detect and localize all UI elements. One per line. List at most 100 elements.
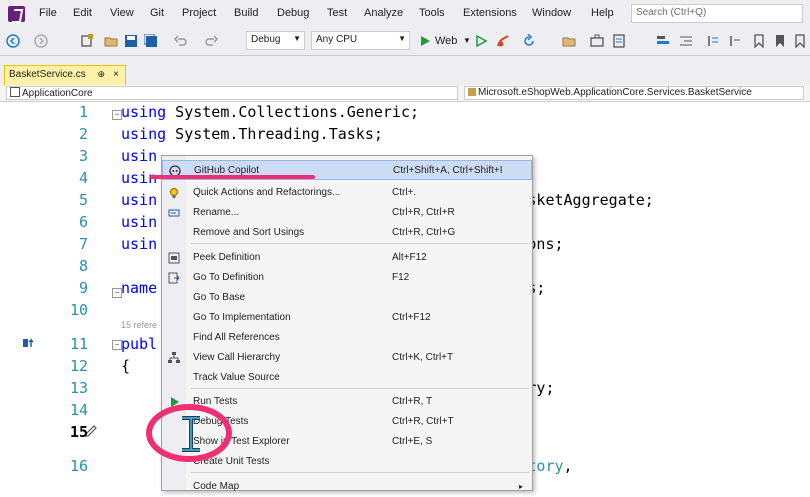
forward-icon[interactable] xyxy=(34,34,48,48)
menu-file[interactable]: File xyxy=(39,7,57,19)
menu-edit[interactable]: Edit xyxy=(73,7,92,19)
menu-project[interactable]: Project xyxy=(182,7,216,19)
new-project-icon[interactable] xyxy=(80,34,94,48)
highlight-underline xyxy=(150,175,315,179)
context-menu-item-quick-actions-and-refactorings[interactable]: Quick Actions and Refactorings... Ctrl+. xyxy=(162,183,532,203)
menu-test[interactable]: Test xyxy=(327,7,347,19)
line-number: 11 xyxy=(69,335,88,353)
code-token: publ xyxy=(121,335,158,353)
class-icon xyxy=(468,88,476,96)
start-debug-icon[interactable] xyxy=(418,34,432,48)
menu-view[interactable]: View xyxy=(110,7,134,19)
line-number: 4 xyxy=(78,169,88,187)
start-without-debug-icon[interactable] xyxy=(474,34,488,48)
menu-debug[interactable]: Debug xyxy=(277,7,309,19)
menu-item-label: Remove and Sort Usings xyxy=(193,227,305,238)
configuration-select[interactable]: Debug ▼ xyxy=(246,31,305,50)
menu-item-shortcut: Ctrl+Shift+A, Ctrl+Shift+I xyxy=(393,165,503,176)
save-icon[interactable] xyxy=(124,34,138,48)
peek-definition-icon xyxy=(168,252,180,264)
text-cursor-icon xyxy=(182,416,200,452)
context-menu-item-view-call-hierarchy[interactable]: View Call Hierarchy Ctrl+K, Ctrl+T xyxy=(162,348,532,368)
run-target-label[interactable]: Web xyxy=(435,35,457,47)
next-bookmark-icon[interactable] xyxy=(793,34,807,48)
context-menu-item-remove-and-sort-usings[interactable]: Remove and Sort Usings Ctrl+R, Ctrl+G xyxy=(162,223,532,243)
submenu-arrow-icon: ▸ xyxy=(519,482,524,491)
menu-item-shortcut: Ctrl+R, Ctrl+T xyxy=(392,416,454,427)
rename-icon xyxy=(168,207,180,219)
visual-studio-logo-icon xyxy=(8,6,25,22)
code-line[interactable]: { xyxy=(121,357,130,375)
context-menu-item-track-value-source[interactable]: Track Value Source xyxy=(162,368,532,388)
undo-icon[interactable] xyxy=(174,34,188,48)
code-token: System.Threading.Tasks; xyxy=(166,125,383,143)
search-input[interactable]: Search (Ctrl+Q) xyxy=(631,4,803,23)
context-menu-item-create-unit-tests[interactable]: Create Unit Tests xyxy=(162,452,532,472)
line-number: 13 xyxy=(69,379,88,397)
line-number: 9 xyxy=(78,279,88,297)
folder-icon[interactable] xyxy=(562,34,576,48)
chevron-down-icon[interactable]: ▼ xyxy=(463,36,471,45)
code-token: using xyxy=(121,103,167,121)
comment-icon[interactable] xyxy=(706,34,720,48)
bookmark-icon[interactable] xyxy=(752,34,766,48)
align-icon[interactable] xyxy=(656,34,670,48)
go-to-definition-icon xyxy=(168,272,180,284)
code-line[interactable]: using System.Threading.Tasks; xyxy=(121,125,383,143)
code-token: name xyxy=(121,279,158,297)
menu-item-shortcut: Alt+F12 xyxy=(392,252,427,263)
menu-item-label: Code Map xyxy=(193,481,240,492)
uncomment-icon[interactable] xyxy=(728,34,742,48)
menu-tools[interactable]: Tools xyxy=(419,7,445,19)
context-menu-item-rename[interactable]: Rename... Ctrl+R, Ctrl+R xyxy=(162,203,532,223)
toolbar: Debug ▼ Any CPU ▼ Web ▼ xyxy=(0,28,810,56)
menu-analyze[interactable]: Analyze xyxy=(364,7,403,19)
context-menu-item-find-all-references[interactable]: Find All References xyxy=(162,328,532,348)
menu-item-label: Rename... xyxy=(193,207,240,218)
lightbulb-icon xyxy=(168,187,180,199)
codelens-references[interactable]: 15 refere xyxy=(121,320,157,330)
menu-item-shortcut: Ctrl+. xyxy=(392,187,417,198)
menu-item-shortcut: Ctrl+R, T xyxy=(392,396,433,407)
navigation-bar: ApplicationCore Microsoft.eShopWeb.Appli… xyxy=(0,85,810,102)
toolbox-icon[interactable] xyxy=(590,34,604,48)
menu-item-label: Peek Definition xyxy=(193,252,261,263)
menu-help[interactable]: Help xyxy=(591,7,614,19)
context-menu-item-go-to-definition[interactable]: Go To Definition F12 xyxy=(162,268,532,288)
context-menu-item-go-to-base[interactable]: Go To Base xyxy=(162,288,532,308)
pin-icon[interactable]: ⊕ xyxy=(97,69,105,80)
close-icon[interactable]: × xyxy=(113,69,119,80)
open-folder-icon[interactable] xyxy=(104,34,118,48)
back-icon[interactable] xyxy=(6,34,20,48)
line-number: 6 xyxy=(78,213,88,231)
menu-build[interactable]: Build xyxy=(234,7,258,19)
code-line[interactable]: usin xyxy=(121,147,157,165)
context-menu-item-code-map[interactable]: Code Map ▸ xyxy=(162,477,532,497)
code-line[interactable]: using System.Collections.Generic; xyxy=(121,103,419,121)
menu-git[interactable]: Git xyxy=(150,7,164,19)
refresh-icon[interactable] xyxy=(522,34,536,48)
platform-value: Any CPU xyxy=(316,34,358,45)
redo-icon[interactable] xyxy=(204,34,218,48)
menu-extensions[interactable]: Extensions xyxy=(463,7,517,19)
menu-item-shortcut: Ctrl+K, Ctrl+T xyxy=(392,352,454,363)
code-line[interactable]: publ xyxy=(121,335,157,353)
menu-separator xyxy=(191,243,529,244)
context-menu-item-go-to-implementation[interactable]: Go To Implementation Ctrl+F12 xyxy=(162,308,532,328)
type-select[interactable]: Microsoft.eShopWeb.ApplicationCore.Servi… xyxy=(464,86,804,100)
indent-icon[interactable] xyxy=(679,34,693,48)
menu-separator xyxy=(191,388,529,389)
menu-item-label: Find All References xyxy=(193,332,280,343)
line-number: 2 xyxy=(78,125,88,143)
server-explorer-icon[interactable] xyxy=(612,34,626,48)
context-menu-item-peek-definition[interactable]: Peek Definition Alt+F12 xyxy=(162,248,532,268)
save-all-icon[interactable] xyxy=(144,34,158,48)
menu-bar: File Edit View Git Project Build Debug T… xyxy=(0,0,810,28)
platform-select[interactable]: Any CPU ▼ xyxy=(311,31,410,50)
project-select[interactable]: ApplicationCore xyxy=(6,86,458,100)
previous-bookmark-icon[interactable] xyxy=(773,34,787,48)
tab-basketservice[interactable]: BasketService.cs ⊕ × xyxy=(4,65,126,85)
hot-reload-icon[interactable] xyxy=(496,34,510,48)
menu-window[interactable]: Window xyxy=(532,7,571,19)
context-menu-item-run-tests[interactable]: Run Tests Ctrl+R, T xyxy=(162,392,532,412)
